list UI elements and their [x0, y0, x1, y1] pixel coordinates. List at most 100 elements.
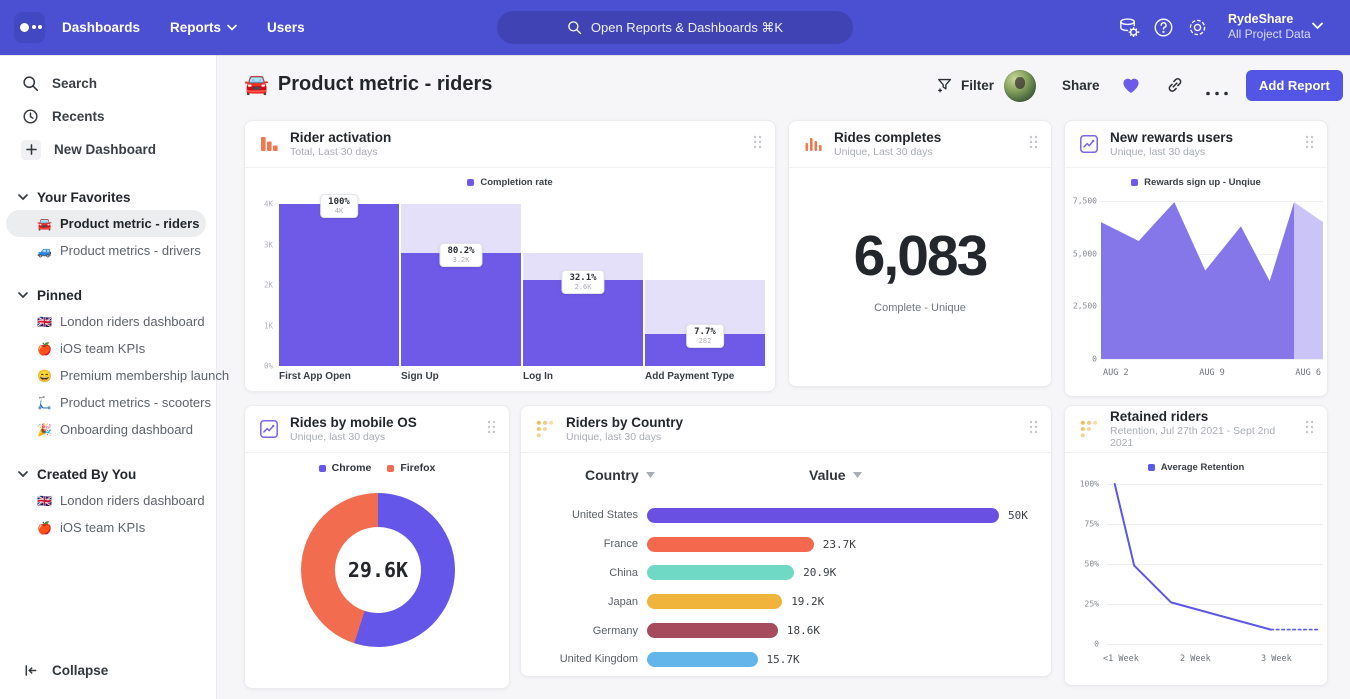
drag-handle-icon[interactable]	[1305, 135, 1314, 154]
card-title: New rewards users	[1110, 130, 1233, 146]
search-icon	[22, 75, 39, 92]
page-title: 🚘 Product metric - riders	[244, 72, 492, 97]
share-button[interactable]: Share	[1062, 78, 1100, 93]
section-header-your-favorites[interactable]: Your Favorites	[0, 184, 216, 210]
car-emoji-icon: 🚘	[36, 217, 53, 231]
section-header-pinned[interactable]: Pinned	[0, 282, 216, 308]
help-icon[interactable]	[1152, 16, 1175, 39]
x-tick: Add Payment Type	[645, 371, 765, 382]
line-chart-icon	[258, 418, 280, 440]
x-tick: AUG 9	[1199, 368, 1225, 378]
y-tick: 0	[1065, 640, 1099, 649]
legend-item-firefox[interactable]: Firefox	[387, 462, 435, 474]
funnel-bar	[279, 204, 399, 366]
user-avatar[interactable]	[1004, 70, 1036, 102]
global-search[interactable]: Open Reports & Dashboards ⌘K	[497, 11, 853, 44]
settings-gear-icon[interactable]	[1186, 16, 1209, 39]
smile-emoji-icon: 😄	[36, 369, 53, 383]
country-bar	[647, 537, 814, 552]
section-header-created-by-you[interactable]: Created By You	[0, 461, 216, 487]
row-value: 20.9K	[803, 566, 836, 579]
donut-center-value: 29.6K	[335, 527, 421, 613]
drag-handle-icon[interactable]	[1029, 135, 1038, 154]
table-row: Germany 18.6K	[521, 616, 1051, 645]
y-tick: 0%	[245, 362, 273, 371]
drag-handle-icon[interactable]	[487, 420, 496, 439]
table-row: United Kingdom 15.7K	[521, 645, 1051, 674]
more-options-icon[interactable]	[1205, 83, 1229, 101]
card-title: Rides completes	[834, 130, 941, 146]
nav-reports[interactable]: Reports	[170, 20, 237, 35]
area-chart	[1101, 201, 1323, 359]
x-tick: AUG 6	[1295, 368, 1321, 378]
chevron-down-icon	[18, 471, 28, 478]
table-row: Japan 19.2K	[521, 587, 1051, 616]
sidebar-item-onboarding-dashboard[interactable]: 🎉 Onboarding dashboard	[0, 416, 216, 443]
data-sources-icon[interactable]	[1117, 16, 1140, 39]
nav-users[interactable]: Users	[267, 20, 305, 35]
add-report-button[interactable]: Add Report	[1246, 70, 1343, 101]
filter-button[interactable]: Filter	[936, 76, 994, 94]
kpi-value: 6,083	[789, 223, 1051, 289]
y-tick: 2,500	[1065, 302, 1097, 311]
row-label: United States	[521, 509, 647, 521]
card-subtitle: Unique, last 30 days	[1110, 146, 1233, 158]
workspace-caret-icon[interactable]	[1312, 22, 1323, 30]
workspace-switcher[interactable]: RydeShare All Project Data	[1228, 11, 1311, 43]
sidebar-item-product-metrics-scooters[interactable]: 🛴 Product metrics - scooters	[0, 389, 216, 416]
table-row: China 20.9K	[521, 559, 1051, 588]
area-legend: Rewards sign up - Unqiue	[1065, 177, 1327, 188]
legend-swatch	[467, 179, 474, 186]
sidebar-item-ios-team-kpis-2[interactable]: 🍎 iOS team KPIs	[0, 514, 216, 541]
funnel-legend: Completion rate	[245, 177, 775, 188]
row-label: United Kingdom	[521, 653, 647, 665]
x-tick: AUG 2	[1103, 368, 1129, 378]
x-tick: 2 Week	[1180, 654, 1211, 664]
app-logo[interactable]	[14, 12, 45, 43]
scooter-emoji-icon: 🛴	[36, 396, 53, 410]
legend-item-chrome[interactable]: Chrome	[319, 462, 372, 474]
drag-handle-icon[interactable]	[1305, 420, 1314, 439]
sidebar-item-london-riders-2[interactable]: 🇬🇧 London riders dashboard	[0, 487, 216, 514]
drag-handle-icon[interactable]	[753, 135, 762, 154]
table-row: United States 50K	[521, 501, 1051, 530]
column-header-value[interactable]: Value	[809, 467, 862, 483]
sidebar-item-product-metrics-drivers[interactable]: 🚙 Product metrics - drivers	[0, 237, 216, 264]
retention-chart	[1106, 484, 1323, 644]
y-tick: 3K	[245, 240, 273, 249]
card-subtitle: Retention, Jul 27th 2021 - Sept 2nd 2021	[1110, 425, 1295, 449]
row-value: 15.7K	[767, 653, 800, 666]
y-tick: 75%	[1065, 520, 1099, 529]
copy-link-icon[interactable]	[1165, 75, 1185, 95]
funnel-column: 80.2% 3.2K	[401, 204, 521, 366]
sidebar-search[interactable]: Search	[0, 67, 216, 100]
nav-dashboards[interactable]: Dashboards	[62, 20, 140, 35]
y-tick: 5,000	[1065, 249, 1097, 258]
y-tick: 1K	[245, 321, 273, 330]
workspace-name: RydeShare	[1228, 11, 1311, 27]
country-bar-list: United States 50K France 23.7K China 20.…	[521, 501, 1051, 674]
sidebar-item-product-metric-riders[interactable]: 🚘 Product metric - riders	[6, 210, 206, 237]
sidebar-item-london-riders[interactable]: 🇬🇧 London riders dashboard	[0, 308, 216, 335]
area-series	[1101, 202, 1294, 359]
sidebar-item-ios-team-kpis[interactable]: 🍎 iOS team KPIs	[0, 335, 216, 362]
sidebar-new-dashboard[interactable]: New Dashboard	[0, 133, 216, 166]
funnel-bar	[401, 253, 521, 366]
top-navbar: Dashboards Reports Users Open Reports & …	[0, 0, 1350, 55]
row-label: Japan	[521, 596, 647, 608]
uk-flag-emoji-icon: 🇬🇧	[36, 494, 53, 508]
sidebar-recents[interactable]: Recents	[0, 100, 216, 133]
sidebar-item-premium-membership[interactable]: 😄 Premium membership launch	[0, 362, 216, 389]
drag-handle-icon[interactable]	[1029, 420, 1038, 439]
column-header-country[interactable]: Country	[585, 467, 655, 483]
x-tick: First App Open	[279, 371, 399, 382]
row-value: 23.7K	[823, 538, 856, 551]
y-tick: 25%	[1065, 600, 1099, 609]
sidebar-collapse-button[interactable]: Collapse	[0, 654, 216, 687]
card-rider-activation: Rider activation Total, Last 30 days Com…	[244, 120, 776, 392]
favorite-heart-icon[interactable]	[1120, 74, 1142, 96]
search-icon	[567, 20, 582, 35]
retention-line	[1115, 484, 1271, 630]
row-label: China	[521, 567, 647, 579]
os-legend-swatch	[319, 465, 326, 472]
